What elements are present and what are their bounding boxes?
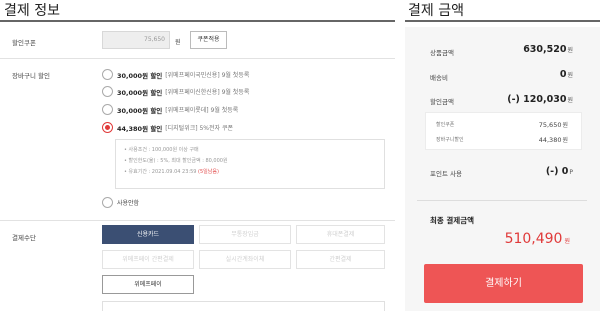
coupon-discount-number: 75,650 (538, 121, 562, 129)
coupon-discount-value: 75,650원 (539, 120, 568, 129)
summary-title-divider (405, 20, 600, 22)
discount-none-label: 사용안함 (117, 200, 140, 207)
coupon-amount-field[interactable]: 75,650 (102, 31, 170, 49)
title-divider (0, 20, 395, 22)
discount-amount-value: (-) 120,030원 (507, 94, 573, 105)
coupon-validity: • 유효기간 : 2021.09.04 23:59 (5일남음) (124, 167, 376, 178)
pay-method-wemakeprice-easy[interactable]: 위메프페이 간편결제 (102, 250, 194, 269)
cart-discount-label: 장바구니 할인 (12, 72, 50, 80)
currency-unit: 원 (562, 122, 568, 129)
discount-option-2[interactable]: 30,000원 할인 [위메프페이신한신용] 9월 첫등록 (102, 86, 249, 97)
radio-button[interactable] (102, 86, 113, 97)
coupon-validity-date: • 유효기간 : 2021.09.04 23:59 (124, 169, 199, 175)
discount-option-text: [위메프페이국민신용] 9월 첫등록 (165, 72, 250, 79)
coupon-apply-button[interactable]: 쿠폰적용 (190, 31, 227, 49)
radio-button[interactable] (102, 69, 113, 80)
points-label: 포인트 사용 (430, 170, 462, 178)
radio-button-checked[interactable] (102, 122, 113, 133)
row-divider (0, 220, 395, 221)
checkout-button[interactable]: 결제하기 (424, 264, 583, 303)
product-amount-label: 상품금액 (430, 49, 454, 57)
payment-detail-box (102, 301, 385, 311)
discount-option-text: [디지털위크] 5%전자 쿠폰 (165, 125, 233, 132)
shipping-value: 0원 (560, 69, 573, 80)
payment-info-title: 결제 정보 (4, 3, 60, 19)
points-value: (-) 0P (546, 166, 573, 177)
coupon-unit: 원 (175, 39, 181, 46)
cart-discount-sub-label: 장바구니할인 (436, 137, 464, 143)
discount-option-amount: 44,380원 할인 (117, 124, 163, 133)
discount-option-amount: 30,000원 할인 (117, 71, 163, 80)
row-divider (0, 58, 395, 59)
currency-unit: 원 (567, 47, 573, 54)
discount-amount-number: (-) 120,030 (507, 94, 567, 105)
pay-method-mobile[interactable]: 휴대폰결제 (296, 225, 385, 244)
pay-method-bank-deposit[interactable]: 무통장입금 (199, 225, 291, 244)
cart-discount-sub-value: 44,380원 (539, 135, 568, 144)
final-amount-number: 510,490 (504, 231, 563, 247)
coupon-days-left: (5일남음) (198, 169, 219, 175)
discount-option-text: [위메프페이신한신용] 9월 첫등록 (165, 89, 250, 96)
shipping-number: 0 (559, 69, 567, 80)
final-amount-label: 최종 결제금액 (430, 216, 475, 225)
currency-unit: 원 (567, 97, 573, 104)
radio-button[interactable] (102, 104, 113, 115)
discount-option-4[interactable]: 44,380원 할인 [디지털위크] 5%전자 쿠폰 (102, 122, 233, 133)
coupon-detail-box: • 사용조건 : 100,000원 이상 구매 • 할인한도(율) : 5%, … (115, 139, 385, 189)
coupon-label: 할인쿠폰 (12, 39, 36, 47)
discount-option-3[interactable]: 30,000원 할인 [위메프페이롯데] 9월 첫등록 (102, 104, 238, 115)
pay-method-wemakeprice-pay[interactable]: 위메프페이 (102, 275, 194, 294)
coupon-discount-label: 할인쿠폰 (436, 122, 455, 128)
product-amount-number: 630,520 (523, 44, 567, 55)
currency-unit: 원 (567, 72, 573, 79)
coupon-limit: • 할인한도(율) : 5%, 최대 할인금액 : 80,000원 (124, 158, 228, 164)
points-unit: P (569, 169, 573, 176)
payment-method-label: 결제수단 (12, 234, 36, 242)
discount-option-1[interactable]: 30,000원 할인 [위메프페이국민신용] 9월 첫등록 (102, 69, 249, 80)
pay-method-credit-card[interactable]: 신용카드 (102, 225, 194, 244)
radio-button[interactable] (102, 197, 113, 208)
discount-amount-label: 할인금액 (430, 98, 454, 106)
cart-discount-number: 44,380 (538, 136, 562, 144)
discount-option-amount: 30,000원 할인 (117, 88, 163, 97)
pay-method-easy-pay[interactable]: 간편결제 (296, 250, 385, 269)
discount-breakdown-box (425, 112, 582, 150)
product-amount-value: 630,520원 (523, 44, 573, 55)
coupon-condition: • 사용조건 : 100,000원 이상 구매 (124, 147, 199, 153)
currency-unit: 원 (562, 137, 568, 144)
discount-option-text: [위메프페이롯데] 9월 첫등록 (165, 107, 239, 114)
summary-divider (417, 200, 587, 201)
shipping-label: 배송비 (430, 74, 448, 82)
summary-title: 결제 금액 (408, 3, 464, 19)
discount-option-none[interactable]: 사용안함 (102, 197, 139, 208)
final-amount-value: 510,490 원 (505, 231, 570, 247)
discount-option-amount: 30,000원 할인 (117, 106, 163, 115)
currency-unit: 원 (564, 238, 570, 245)
pay-method-realtime-transfer[interactable]: 실시간계좌이체 (199, 250, 291, 269)
points-number: (-) 0 (545, 166, 569, 177)
